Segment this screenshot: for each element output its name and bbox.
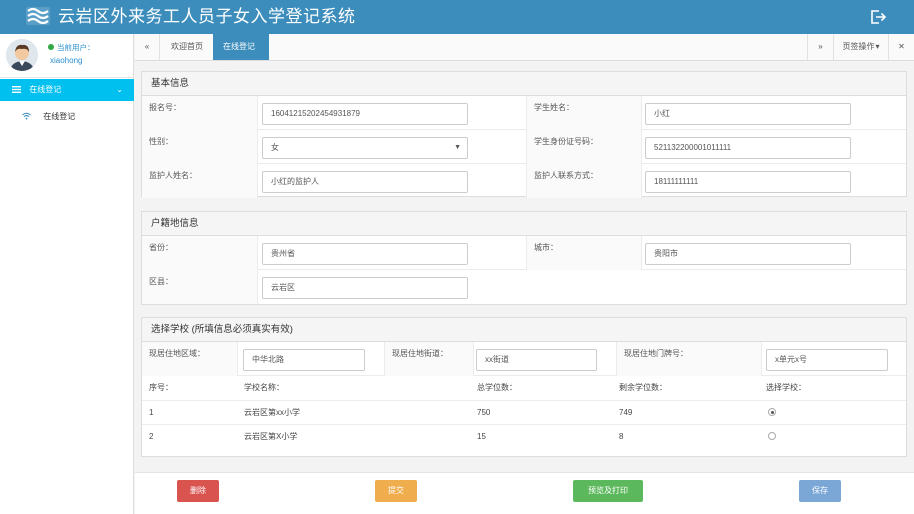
id-no-input[interactable]: 521132200001011111 [645,137,851,159]
tab-next-button[interactable]: » [807,34,834,60]
caret-down-icon: ▼ [454,144,461,151]
door-input[interactable]: x单元x号 [766,349,888,371]
basic-info-panel: 基本信息 报名号： 16041215202454931879 学生姓名： 小红 … [141,71,907,198]
sidebar-item-online-register[interactable]: 在线登记 [0,106,134,128]
row-school-name: 云岩区第X小学 [244,432,298,441]
sidebar-item-label: 在线登记 [43,112,76,121]
avatar [6,39,38,71]
grid-icon [12,86,21,93]
guardian-phone-input[interactable]: 18111111111 [645,171,851,193]
sidebar-group-label: 在线登记 [29,85,62,94]
submit-button[interactable]: 提交 [375,480,417,502]
household-panel: 户籍地信息 省份： 贵州省 城市： 贵阳市 区县： 云岩区 [141,211,907,305]
preview-print-button[interactable]: 预览及打印 [573,480,643,502]
id-no-label: 学生身份证号码： [526,130,642,164]
tab-bar: « 欢迎首页 在线登记 × » 页签操作▾ ✕ [135,34,914,77]
logo-icon [26,7,50,25]
row-remain: 749 [619,408,633,417]
school-panel: 选择学校 (所填信息必须真实有效) 现居住地区域： 中华北路 现居住地街道： x… [141,317,907,457]
tab-welcome[interactable]: 欢迎首页 [161,34,213,60]
form-row: 区县： 云岩区 [142,270,906,304]
reg-no-label: 报名号： [142,96,258,130]
form-row: 监护人姓名： 小红的监护人 监护人联系方式： 18111111111 [142,164,906,198]
action-bar: 删除 提交 预览及打印 保存 [135,472,914,514]
form-row: 现居住地区域： 中华北路 现居住地街道： xx街道 现居住地门牌号： x单元x号 [142,342,906,376]
tab-label: 欢迎首页 [171,42,203,51]
city-label: 城市： [526,236,642,270]
province-label: 省份： [142,236,258,270]
form-row: 性别： 女 ▼ 学生身份证号码： 521132200001011111 [142,130,906,164]
current-user-name: xiaohong [50,56,83,65]
col-remain-header: 剩余学位数： [619,383,667,392]
sidebar-group-register[interactable]: 在线登记 ⌄ [0,79,134,101]
tab-label: 在线登记 [223,42,255,51]
school-radio[interactable] [768,408,776,416]
row-total: 750 [477,408,491,417]
tab-online-register[interactable]: 在线登记 × [213,34,269,77]
gender-select[interactable]: 女 ▼ [262,137,468,159]
delete-button[interactable]: 删除 [177,480,219,502]
basic-info-title: 基本信息 [142,72,906,96]
table-row: 2 云岩区第X小学 15 8 [142,424,906,448]
form-row: 报名号： 16041215202454931879 学生姓名： 小红 [142,96,906,130]
online-dot-icon [48,44,54,50]
row-no: 1 [149,408,154,417]
sidebar: 当前用户： xiaohong 在线登记 ⌄ 在线登记 [0,34,134,514]
avatar-icon [6,39,38,71]
table-header: 序号： 学校名称： 总学位数： 剩余学位数： 选择学校： [142,376,906,400]
city-input[interactable]: 贵阳市 [645,243,851,265]
county-label: 区县： [142,270,258,304]
province-input[interactable]: 贵州省 [262,243,468,265]
main-content: 基本信息 报名号： 16041215202454931879 学生姓名： 小红 … [135,61,914,471]
area-label: 现居住地区域： [142,342,238,376]
form-row: 省份： 贵州省 城市： 贵阳市 [142,236,906,270]
student-name-input[interactable]: 小红 [645,103,851,125]
col-name-header: 学校名称： [244,383,284,392]
row-no: 2 [149,432,154,441]
school-title: 选择学校 (所填信息必须真实有效) [142,318,906,342]
current-user-label: 当前用户： [48,43,95,53]
student-name-label: 学生姓名： [526,96,642,130]
user-panel: 当前用户： xiaohong [0,34,133,78]
door-label: 现居住地门牌号： [616,342,762,376]
household-title: 户籍地信息 [142,212,906,236]
reg-no-input[interactable]: 16041215202454931879 [262,103,468,125]
top-bar: 云岩区外来务工人员子女入学登记系统 [0,0,914,34]
guardian-name-label: 监护人姓名： [142,164,258,198]
logout-icon[interactable] [870,9,886,25]
row-total: 15 [477,432,486,441]
gender-label: 性别： [142,130,258,164]
col-total-header: 总学位数： [477,383,517,392]
area-input[interactable]: 中华北路 [243,349,365,371]
page-ops-dropdown[interactable]: 页签操作▾ [834,34,889,60]
chevron-down-icon: ⌄ [116,85,123,94]
school-radio[interactable] [768,432,776,440]
tab-prev-button[interactable]: « [135,34,160,60]
street-input[interactable]: xx街道 [476,349,597,371]
col-select-header: 选择学校： [766,383,806,392]
page-ops-label: 页签操作 [842,42,875,51]
row-school-name: 云岩区第xx小学 [244,408,300,417]
guardian-name-input[interactable]: 小红的监护人 [262,171,468,193]
wifi-icon [22,112,31,120]
col-no-header: 序号： [149,383,173,392]
close-all-tabs-button[interactable]: ✕ [889,34,914,60]
save-button[interactable]: 保存 [799,480,841,502]
street-label: 现居住地街道： [384,342,474,376]
guardian-phone-label: 监护人联系方式： [526,164,642,198]
table-row: 1 云岩区第xx小学 750 749 [142,400,906,424]
caret-down-icon: ▾ [875,42,880,51]
app-title: 云岩区外来务工人员子女入学登记系统 [58,7,356,26]
county-input[interactable]: 云岩区 [262,277,468,299]
row-remain: 8 [619,432,624,441]
gender-value: 女 [271,143,279,152]
